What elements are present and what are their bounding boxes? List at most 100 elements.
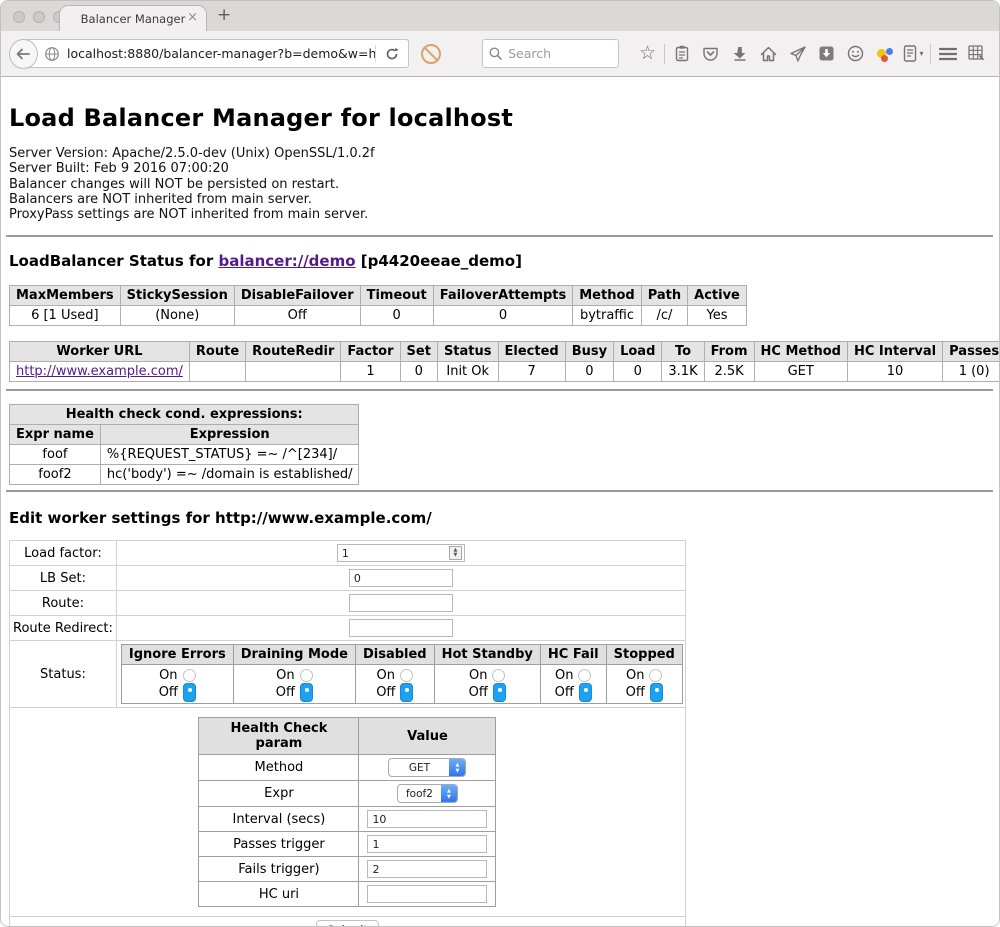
radio-draining-mode-off[interactable] [300, 683, 313, 702]
radio-stopped-off[interactable] [650, 683, 663, 702]
col-expression: Expression [100, 425, 359, 445]
pocket-button[interactable] [696, 39, 725, 69]
submit-cell: Submit [10, 917, 686, 927]
cell-maxmembers: 6 [1 Used] [10, 306, 121, 326]
hc-passes-input[interactable] [367, 835, 487, 853]
radio-disabled-on[interactable] [400, 669, 413, 682]
method-select-value: GET [389, 762, 449, 774]
expr-select[interactable]: foof2 ▲▼ [397, 784, 458, 803]
col-disablefailover: DisableFailover [234, 286, 360, 306]
expr-row: foof2 hc('body') =~ /domain is establish… [10, 465, 359, 485]
url-bar[interactable] [23, 39, 409, 68]
hc-uri-input[interactable] [367, 885, 487, 903]
route-input[interactable] [349, 594, 453, 612]
pocket-icon [702, 46, 719, 62]
extension-colors-button[interactable] [870, 39, 899, 69]
radio-hc-fail-on[interactable] [578, 669, 591, 682]
hc-interval-label: Interval (secs) [199, 807, 359, 832]
send-icon [790, 46, 806, 62]
submit-button[interactable]: Submit [316, 920, 379, 927]
reload-icon[interactable] [385, 47, 399, 61]
load-factor-cell: ▲▼ [116, 541, 685, 566]
col-from: From [704, 342, 754, 362]
col-timeout: Timeout [360, 286, 433, 306]
notes-button[interactable]: ▾ [899, 39, 928, 69]
menu-button[interactable] [933, 39, 962, 69]
home-button[interactable] [754, 39, 783, 69]
search-input[interactable] [508, 46, 618, 61]
reader-clipboard-button[interactable] [667, 39, 696, 69]
hc-fails-input[interactable] [367, 860, 487, 878]
radio-on-label: On [276, 668, 294, 683]
back-icon [16, 48, 30, 60]
search-bar[interactable] [482, 39, 619, 68]
hc-fails-label: Fails trigger) [199, 857, 359, 882]
health-expressions-table: Health check cond. expressions: Expr nam… [9, 404, 359, 485]
globe-icon [44, 46, 60, 62]
col-hc-interval: HC Interval [847, 342, 942, 362]
col-method: Method [573, 286, 641, 306]
expr-title-row: Health check cond. expressions: [10, 405, 359, 425]
lb-set-input[interactable] [349, 569, 453, 587]
bookmark-star-button[interactable]: ☆ [633, 39, 662, 69]
new-tab-button[interactable]: + [217, 5, 231, 25]
expr-value: %{REQUEST_STATUS} =~ /^[234]/ [100, 445, 359, 465]
radio-hc-fail-off[interactable] [579, 683, 592, 702]
url-input[interactable] [67, 46, 375, 61]
edit-worker-form: Load factor: ▲▼ LB Set: Route: Route Red… [9, 540, 686, 927]
expr-table-title: Health check cond. expressions: [10, 405, 359, 425]
window-minimize-button[interactable] [33, 11, 45, 23]
back-button[interactable] [9, 39, 38, 69]
load-factor-input[interactable] [337, 544, 465, 562]
hc-row-fails: Fails trigger) [199, 857, 496, 882]
col-set: Set [400, 342, 437, 362]
hc-interval-input[interactable] [367, 810, 487, 828]
radio-hot-standby-on[interactable] [492, 669, 505, 682]
radio-ignore-errors-on[interactable] [183, 669, 196, 682]
radio-hot-standby-off[interactable] [493, 683, 506, 702]
route-redirect-label: Route Redirect: [10, 616, 117, 641]
worker-url-link[interactable]: http://www.example.com/ [16, 364, 183, 379]
cell-active: Yes [688, 306, 747, 326]
window-close-button[interactable] [13, 11, 25, 23]
radio-ignore-errors-off[interactable] [183, 683, 196, 702]
downloads-button[interactable] [725, 39, 754, 69]
toolbar-divider [664, 44, 665, 64]
table-tool-button[interactable] [962, 39, 991, 69]
stepper-down-icon[interactable]: ▼ [453, 553, 457, 558]
route-redirect-input[interactable] [349, 619, 453, 637]
content-blocked-icon[interactable] [421, 44, 441, 64]
radio-stopped-on[interactable] [649, 669, 662, 682]
col-factor: Factor [341, 342, 400, 362]
toolbar-icons: ☆ [633, 39, 991, 69]
feedback-button[interactable] [841, 39, 870, 69]
radio-disabled-off[interactable] [400, 683, 413, 702]
cell-from: 2.5K [704, 362, 754, 382]
load-factor-label: Load factor: [10, 541, 117, 566]
method-select[interactable]: GET ▲▼ [388, 758, 466, 777]
health-check-table: Health Check param Value Method GET ▲▼ [198, 717, 496, 907]
col-maxmembers: MaxMembers [10, 286, 121, 306]
hc-method-label: Method [199, 755, 359, 781]
status-radio-row: On Off On Off On Off [121, 665, 682, 704]
balancer-demo-link[interactable]: balancer://demo [218, 252, 355, 270]
tab-close-icon[interactable]: × [187, 10, 198, 26]
number-stepper-icon[interactable]: ▲▼ [449, 546, 462, 560]
divider [6, 490, 993, 492]
save-page-button[interactable] [812, 39, 841, 69]
chevron-down-icon: ▼ [447, 794, 451, 800]
expr-header-row: Expr name Expression [10, 425, 359, 445]
hamburger-icon [939, 47, 957, 61]
radio-on-label: On [377, 668, 395, 683]
cell-worker-url: http://www.example.com/ [10, 362, 190, 382]
tab-bar: Balancer Manager × + [1, 1, 999, 31]
col-active: Active [688, 286, 747, 306]
grid-document-icon [968, 45, 985, 62]
send-tab-button[interactable] [783, 39, 812, 69]
tab-balancer-manager[interactable]: Balancer Manager × [59, 5, 207, 31]
divider [6, 389, 993, 391]
radio-draining-mode-on[interactable] [300, 669, 313, 682]
radio-off-label: Off [626, 685, 645, 700]
page-content: Load Balancer Manager for localhost Serv… [1, 77, 999, 927]
form-row-submit: Submit [10, 917, 686, 927]
